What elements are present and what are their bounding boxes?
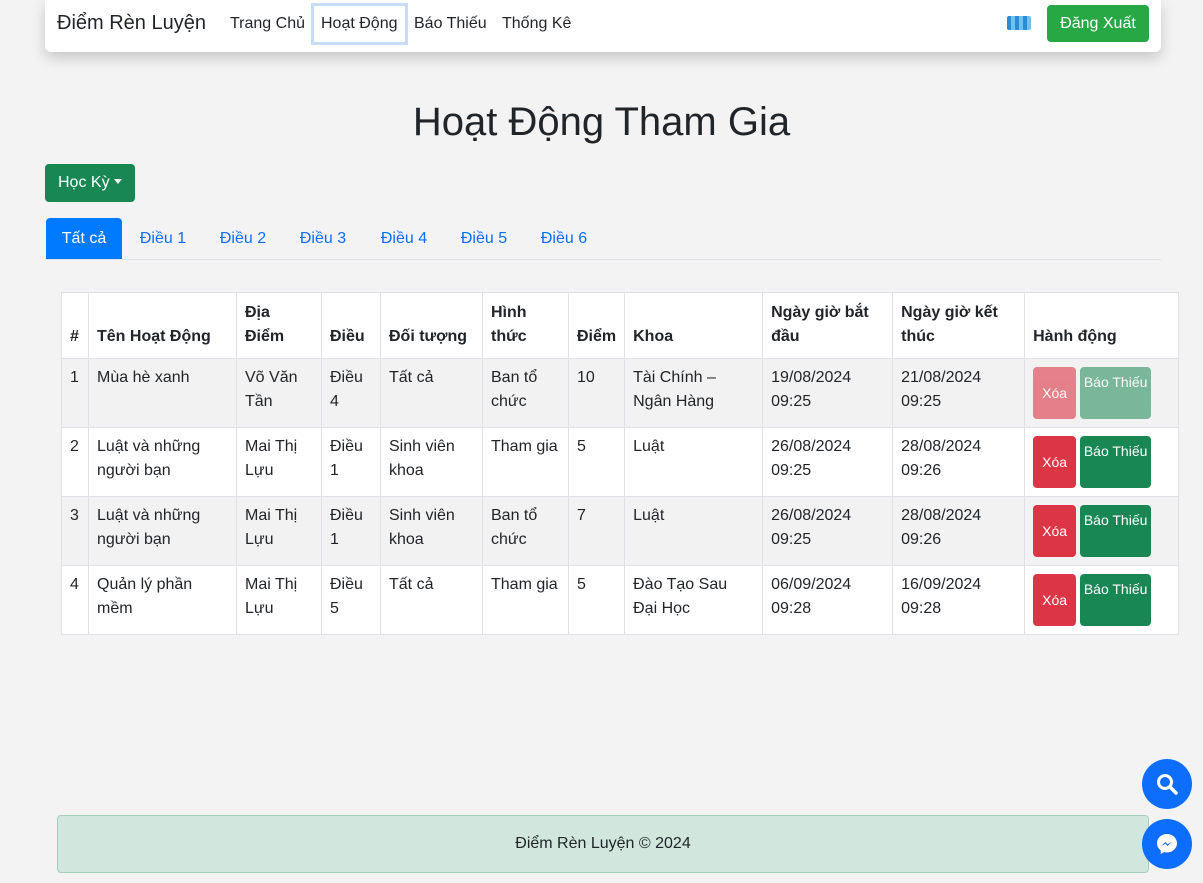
table-cell: 16/09/2024 09:28 [892,565,1026,635]
row-actions: XóaBáo Thiếu [1024,358,1180,428]
table-cell: 26/08/2024 09:25 [762,496,894,566]
search-icon [1157,774,1178,795]
row-actions: XóaBáo Thiếu [1024,496,1180,566]
tab-dieu-2[interactable]: Điều 2 [208,218,278,259]
table-cell: 5 [567,427,626,497]
table-cell: 26/08/2024 09:25 [762,427,894,497]
table-cell: Điều 5 [321,565,381,635]
table-cell: Luật và những người bạn [88,496,237,566]
table-cell: Mai Thị Lựu [236,496,322,566]
delete-button[interactable]: Xóa [1033,436,1077,488]
table-cell: 06/09/2024 09:28 [762,565,894,635]
report-missing-button[interactable]: Báo Thiếu [1080,367,1152,419]
table-cell: Tất cả [380,565,483,635]
tab-all[interactable]: Tất cả [46,218,122,259]
table-cell: Mai Thị Lựu [236,565,322,635]
column-header: Điều [321,292,381,359]
table-cell: Ban tổ chức [482,496,569,566]
nav-link-report[interactable]: Báo Thiếu [414,14,487,36]
table-cell: Quản lý phần mềm [88,565,237,635]
tab-dieu-5[interactable]: Điều 5 [449,218,519,259]
table-cell: 19/08/2024 09:25 [762,358,894,428]
column-header: Ngày giờ kết thúc [892,292,1026,359]
table-row: 4 Quản lý phần mềm Mai Thị Lựu Điều 5 Tấ… [61,565,1180,635]
search-fab-button[interactable] [1142,759,1192,809]
table-cell: Luật [624,427,764,497]
column-header: # [61,292,89,359]
table-cell: Điều 4 [321,358,381,428]
table-cell: Điều 1 [321,496,381,566]
table-row: 2 Luật và những người bạn Mai Thị Lựu Đi… [61,427,1180,497]
table-cell: 21/08/2024 09:25 [892,358,1026,428]
report-missing-button[interactable]: Báo Thiếu [1080,505,1152,557]
column-header: Tên Hoạt Động [88,292,237,359]
table-cell: 5 [567,565,626,635]
column-header: Đối tượng [380,292,483,359]
table-cell: Tài Chính – Ngân Hàng [624,358,764,428]
table-row: 1 Mùa hè xanh Võ Văn Tần Điều 4 Tất cả B… [61,358,1180,428]
table-cell: Tham gia [482,565,569,635]
delete-button[interactable]: Xóa [1033,574,1077,626]
flag-icon[interactable] [1007,16,1031,30]
table-cell: Mùa hè xanh [88,358,237,428]
table-cell: 7 [567,496,626,566]
table-cell: Tất cả [380,358,483,428]
report-missing-button[interactable]: Báo Thiếu [1080,574,1152,626]
report-missing-button[interactable]: Báo Thiếu [1080,436,1152,488]
table-cell: 1 [61,358,89,428]
navbar: Điểm Rèn Luyện Trang Chủ Hoạt Động Báo T… [45,0,1161,52]
tab-dieu-6[interactable]: Điều 6 [529,218,599,259]
table-cell: Luật [624,496,764,566]
footer: Điểm Rèn Luyện © 2024 [57,815,1149,873]
column-header: Hành động [1024,292,1180,359]
column-header: Khoa [624,292,764,359]
table-cell: Võ Văn Tần [236,358,322,428]
tab-dieu-3[interactable]: Điều 3 [288,218,358,259]
category-tabs: Tất cả Điều 1 Điều 2 Điều 3 Điều 4 Điều … [45,218,1161,260]
table-row: 3 Luật và những người bạn Mai Thị Lựu Đi… [61,496,1180,566]
table-cell: Tham gia [482,427,569,497]
messenger-icon [1157,834,1177,854]
table-cell: Sinh viên khoa [380,496,483,566]
column-header: Hình thức [482,292,569,359]
row-actions: XóaBáo Thiếu [1024,427,1180,497]
nav-link-home[interactable]: Trang Chủ [230,14,305,36]
delete-button[interactable]: Xóa [1033,505,1077,557]
table-cell: 28/08/2024 09:26 [892,427,1026,497]
column-header: Địa Điểm [236,292,322,359]
table-cell: 2 [61,427,89,497]
table-cell: Đào Tạo Sau Đại Học [624,565,764,635]
semester-dropdown-button[interactable]: Học Kỳ [45,164,135,202]
nav-link-statistics[interactable]: Thống Kê [502,14,571,36]
table-cell: 28/08/2024 09:26 [892,496,1026,566]
table-cell: Mai Thị Lựu [236,427,322,497]
tab-dieu-4[interactable]: Điều 4 [369,218,439,259]
page-title: Hoạt Động Tham Gia [412,100,791,144]
brand[interactable]: Điểm Rèn Luyện [57,12,206,35]
tab-dieu-1[interactable]: Điều 1 [128,218,198,259]
table-cell: 3 [61,496,89,566]
table-cell: Sinh viên khoa [380,427,483,497]
semester-dropdown-label: Học Kỳ [58,174,110,191]
logout-button[interactable]: Đăng Xuất [1047,5,1149,42]
table-header-row: # Tên Hoạt Động Địa Điểm Điều Đối tượng … [61,292,1180,359]
table-cell: 4 [61,565,89,635]
table-cell: Ban tổ chức [482,358,569,428]
table-cell: 10 [567,358,626,428]
nav-link-activities[interactable]: Hoạt Động [311,3,408,45]
row-actions: XóaBáo Thiếu [1024,565,1180,635]
delete-button[interactable]: Xóa [1033,367,1077,419]
table-cell: Điều 1 [321,427,381,497]
activities-table: # Tên Hoạt Động Địa Điểm Điều Đối tượng … [61,292,1180,635]
table-cell: Luật và những người bạn [88,427,237,497]
messenger-fab-button[interactable] [1142,819,1192,869]
column-header: Ngày giờ bắt đầu [762,292,894,359]
caret-down-icon [113,179,122,185]
column-header: Điểm [567,292,626,359]
